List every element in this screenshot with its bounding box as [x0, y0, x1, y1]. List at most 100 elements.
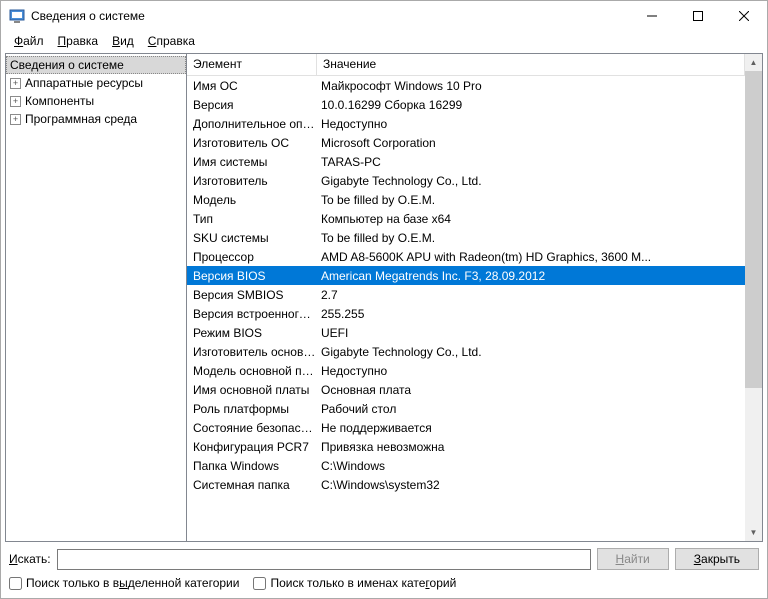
table-row[interactable]: Режим BIOSUEFI — [187, 323, 745, 342]
table-row[interactable]: Изготовитель ОСMicrosoft Corporation — [187, 133, 745, 152]
table-row[interactable]: Имя системыTARAS-PC — [187, 152, 745, 171]
row-value: Microsoft Corporation — [317, 136, 745, 150]
content-area: Сведения о системе + Аппаратные ресурсы … — [5, 53, 763, 542]
table-row[interactable]: SKU системыTo be filled by O.E.M. — [187, 228, 745, 247]
row-key: Версия SMBIOS — [187, 288, 317, 302]
table-row[interactable]: Конфигурация PCR7Привязка невозможна — [187, 437, 745, 456]
row-key: Имя ОС — [187, 79, 317, 93]
row-value: AMD A8-5600K APU with Radeon(tm) HD Grap… — [317, 250, 745, 264]
table-row[interactable]: Роль платформыРабочий стол — [187, 399, 745, 418]
vertical-scrollbar[interactable]: ▲ ▼ — [745, 54, 762, 541]
tree-item-components[interactable]: + Компоненты — [6, 92, 186, 110]
row-value: Gigabyte Technology Co., Ltd. — [317, 174, 745, 188]
table-row[interactable]: Имя основной платыОсновная плата — [187, 380, 745, 399]
row-key: Версия встроенного к... — [187, 307, 317, 321]
table-row[interactable]: Версия SMBIOS2.7 — [187, 285, 745, 304]
row-value: 255.255 — [317, 307, 745, 321]
scroll-down-icon[interactable]: ▼ — [745, 524, 762, 541]
find-button[interactable]: Найти — [597, 548, 669, 570]
scroll-up-icon[interactable]: ▲ — [745, 54, 762, 71]
row-key: Системная папка — [187, 478, 317, 492]
table-row[interactable]: Изготовитель основно...Gigabyte Technolo… — [187, 342, 745, 361]
row-value: Основная плата — [317, 383, 745, 397]
expand-icon[interactable]: + — [10, 114, 21, 125]
table-row[interactable]: ПроцессорAMD A8-5600K APU with Radeon(tm… — [187, 247, 745, 266]
maximize-button[interactable] — [675, 1, 721, 31]
row-value: Недоступно — [317, 117, 745, 131]
row-value: American Megatrends Inc. F3, 28.09.2012 — [317, 269, 745, 283]
row-value: To be filled by O.E.M. — [317, 193, 745, 207]
close-button[interactable] — [721, 1, 767, 31]
table-row[interactable]: Версия10.0.16299 Сборка 16299 — [187, 95, 745, 114]
row-key: Конфигурация PCR7 — [187, 440, 317, 454]
row-value: 2.7 — [317, 288, 745, 302]
expand-icon[interactable]: + — [10, 96, 21, 107]
row-key: Версия BIOS — [187, 269, 317, 283]
row-value: UEFI — [317, 326, 745, 340]
menu-help[interactable]: Справка — [141, 32, 202, 50]
row-key: Имя системы — [187, 155, 317, 169]
row-value: To be filled by O.E.M. — [317, 231, 745, 245]
table-row[interactable]: ИзготовительGigabyte Technology Co., Ltd… — [187, 171, 745, 190]
table-row[interactable]: Версия BIOSAmerican Megatrends Inc. F3, … — [187, 266, 745, 285]
table-row[interactable]: Состояние безопасно...Не поддерживается — [187, 418, 745, 437]
table-row[interactable]: ТипКомпьютер на базе x64 — [187, 209, 745, 228]
search-input[interactable] — [57, 549, 591, 570]
scrollbar-thumb[interactable] — [745, 71, 762, 388]
row-key: Состояние безопасно... — [187, 421, 317, 435]
row-value: Привязка невозможна — [317, 440, 745, 454]
close-footer-button[interactable]: Закрыть — [675, 548, 759, 570]
tree-item-hardware[interactable]: + Аппаратные ресурсы — [6, 74, 186, 92]
menu-edit[interactable]: Правка — [51, 32, 106, 50]
footer: Искать: Найти Закрыть Поиск только в выд… — [1, 542, 767, 598]
row-value: Рабочий стол — [317, 402, 745, 416]
row-key: Тип — [187, 212, 317, 226]
table-row[interactable]: МодельTo be filled by O.E.M. — [187, 190, 745, 209]
table-row[interactable]: Папка WindowsC:\Windows — [187, 456, 745, 475]
category-tree[interactable]: Сведения о системе + Аппаратные ресурсы … — [6, 54, 187, 541]
window-title: Сведения о системе — [31, 9, 629, 23]
tree-root-system-summary[interactable]: Сведения о системе — [6, 56, 186, 74]
row-value: C:\Windows\system32 — [317, 478, 745, 492]
check-selected-category[interactable]: Поиск только в выделенной категории — [9, 576, 239, 590]
row-key: Имя основной платы — [187, 383, 317, 397]
row-key: Роль платформы — [187, 402, 317, 416]
table-row[interactable]: Модель основной пла...Недоступно — [187, 361, 745, 380]
row-key: SKU системы — [187, 231, 317, 245]
table-row[interactable]: Версия встроенного к...255.255 — [187, 304, 745, 323]
check-category-names[interactable]: Поиск только в именах категорий — [253, 576, 456, 590]
row-value: C:\Windows — [317, 459, 745, 473]
row-key: Процессор — [187, 250, 317, 264]
menu-file[interactable]: Файл — [7, 32, 51, 50]
row-value: TARAS-PC — [317, 155, 745, 169]
row-value: Gigabyte Technology Co., Ltd. — [317, 345, 745, 359]
minimize-button[interactable] — [629, 1, 675, 31]
row-key: Режим BIOS — [187, 326, 317, 340]
row-value: Не поддерживается — [317, 421, 745, 435]
row-value: 10.0.16299 Сборка 16299 — [317, 98, 745, 112]
row-value: Компьютер на базе x64 — [317, 212, 745, 226]
column-element[interactable]: Элемент — [187, 54, 317, 75]
row-key: Изготовитель основно... — [187, 345, 317, 359]
row-key: Модель основной пла... — [187, 364, 317, 378]
details-list[interactable]: Элемент Значение Имя ОСМайкрософт Window… — [187, 54, 745, 541]
row-value: Недоступно — [317, 364, 745, 378]
tree-item-software-env[interactable]: + Программная среда — [6, 110, 186, 128]
row-key: Изготовитель ОС — [187, 136, 317, 150]
menu-view[interactable]: Вид — [105, 32, 141, 50]
list-header: Элемент Значение — [187, 54, 745, 76]
expand-icon[interactable]: + — [10, 78, 21, 89]
column-value[interactable]: Значение — [317, 54, 745, 75]
row-key: Дополнительное опис... — [187, 117, 317, 131]
table-row[interactable]: Дополнительное опис...Недоступно — [187, 114, 745, 133]
search-label: Искать: — [9, 552, 51, 566]
row-value: Майкрософт Windows 10 Pro — [317, 79, 745, 93]
titlebar[interactable]: Сведения о системе — [1, 1, 767, 31]
row-key: Папка Windows — [187, 459, 317, 473]
table-row[interactable]: Имя ОСМайкрософт Windows 10 Pro — [187, 76, 745, 95]
table-row[interactable]: Системная папкаC:\Windows\system32 — [187, 475, 745, 494]
row-key: Модель — [187, 193, 317, 207]
app-icon — [9, 8, 25, 24]
menubar: Файл Правка Вид Справка — [1, 31, 767, 51]
row-key: Изготовитель — [187, 174, 317, 188]
